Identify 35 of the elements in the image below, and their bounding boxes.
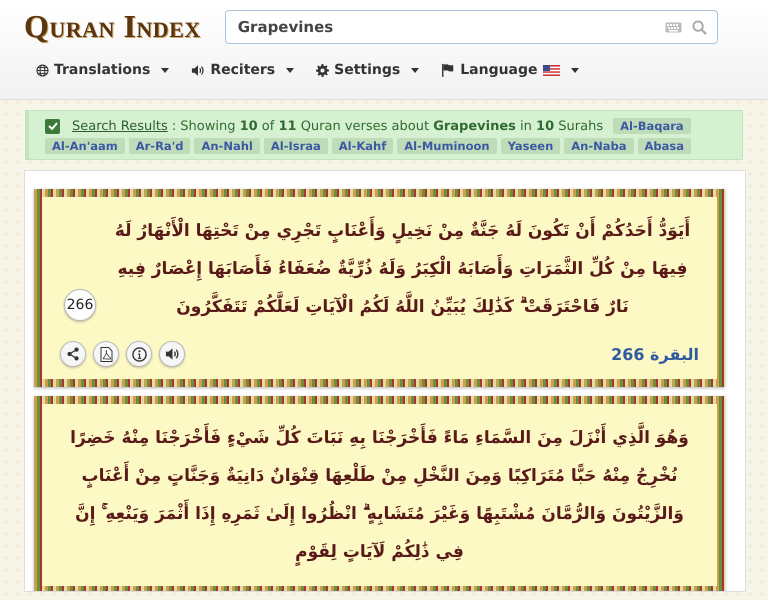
verse-text: أَيَوَدُّ أَحَدُكُمْ أَنْ تَكُونَ لَهُ جَنَّةٌ مِنْ نَخِيلٍ وَأَعْنَابٍ تَجْرِي مِنْ تَحْتِهَا الْأَنْهَارُ لَهُ فِيهَا مِنْ كُلِّ الثَّمَرَاتِ وَأَصَابَهُ الْكِبَرُ وَلَهُ ذُرِّيَّةٌ ضُعَفَاءُ فَأَصَابَهَا إِعْصَارٌ فِيهِ نَارٌ فَاحْتَرَقَتْ ۗ كَذَٰلِكَ يُبَيِّنُ اللَّهُ لَكُمُ الْآيَاتِ لَعَلَّكُمْ تَتَفَكَّرُونَ	[106, 209, 699, 329]
flag-icon	[441, 63, 456, 77]
globe-icon	[36, 64, 49, 76]
surah-tag[interactable]: Al-Kahf	[332, 138, 394, 154]
audio-button[interactable]	[159, 341, 185, 367]
pdf-button[interactable]	[93, 341, 119, 367]
checkbox[interactable]	[45, 118, 60, 134]
surah-tag[interactable]: Ar-Ra'd	[128, 138, 190, 154]
surah-tag[interactable]: Al-Muminoon	[397, 138, 497, 154]
share-icon	[66, 347, 80, 361]
surah-tag[interactable]: An-Nahl	[194, 138, 260, 154]
search-results-link[interactable]: Search Results	[72, 118, 168, 134]
surah-tag[interactable]: Abasa	[638, 138, 692, 154]
us-flag-icon	[542, 64, 560, 76]
surah-tag[interactable]: Yaseen	[500, 138, 560, 154]
speaker-icon	[191, 64, 206, 76]
site-logo[interactable]: Quran Index	[24, 8, 201, 45]
share-button[interactable]	[60, 341, 86, 367]
menu-button[interactable]: Reciters	[191, 62, 294, 78]
surah-tag[interactable]: Al-Baqara	[613, 118, 691, 134]
menu-button[interactable]: Language	[441, 62, 579, 78]
surah-tag[interactable]: Al-Israa	[264, 138, 328, 154]
info-button[interactable]	[126, 341, 152, 367]
surah-tag[interactable]: Al-An'aam	[45, 138, 125, 154]
results-summary: : Showing 10 of 11 Quran verses about Grapevines in 10 Surahs	[172, 118, 604, 134]
verse-number: 266	[64, 289, 96, 321]
pdf-icon	[100, 346, 112, 362]
verse-reference[interactable]: البقرة 266	[611, 344, 699, 364]
menu-button[interactable]: Settings	[316, 62, 420, 78]
verse-text: وَهُوَ الَّذِي أَنْزَلَ مِنَ السَّمَاءِ مَاءً فَأَخْرَجْنَا بِهِ نَبَاتَ كُلِّ شَيْءٍ فَأَخْرَجْنَا مِنْهُ خَضِرًا نُخْرِجُ مِنْهُ حَبًّا مُتَرَاكِبًا وَمِنَ النَّخْلِ مِنْ طَلْعِهَا قِنْوَانٌ دَانِيَةٌ وَجَنَّاتٍ مِنْ أَعْنَابٍ وَالزَّيْتُونَ وَالرُّمَّانَ مُشْتَبِهًا وَغَيْرَ مُتَشَابِهٍ ۗ انْظُرُوا إِلَىٰ ثَمَرِهِ إِذَا أَثْمَرَ وَيَنْعِهِ ۚ إِنَّ فِي ذَٰلِكُمْ لَآيَاتٍ لِقَوْمٍ	[60, 416, 699, 574]
speaker-icon	[164, 347, 180, 361]
surah-tag[interactable]: An-Naba	[564, 138, 634, 154]
gear-icon	[316, 64, 330, 76]
menu-button[interactable]: Translations	[36, 62, 170, 78]
info-icon	[132, 346, 146, 362]
